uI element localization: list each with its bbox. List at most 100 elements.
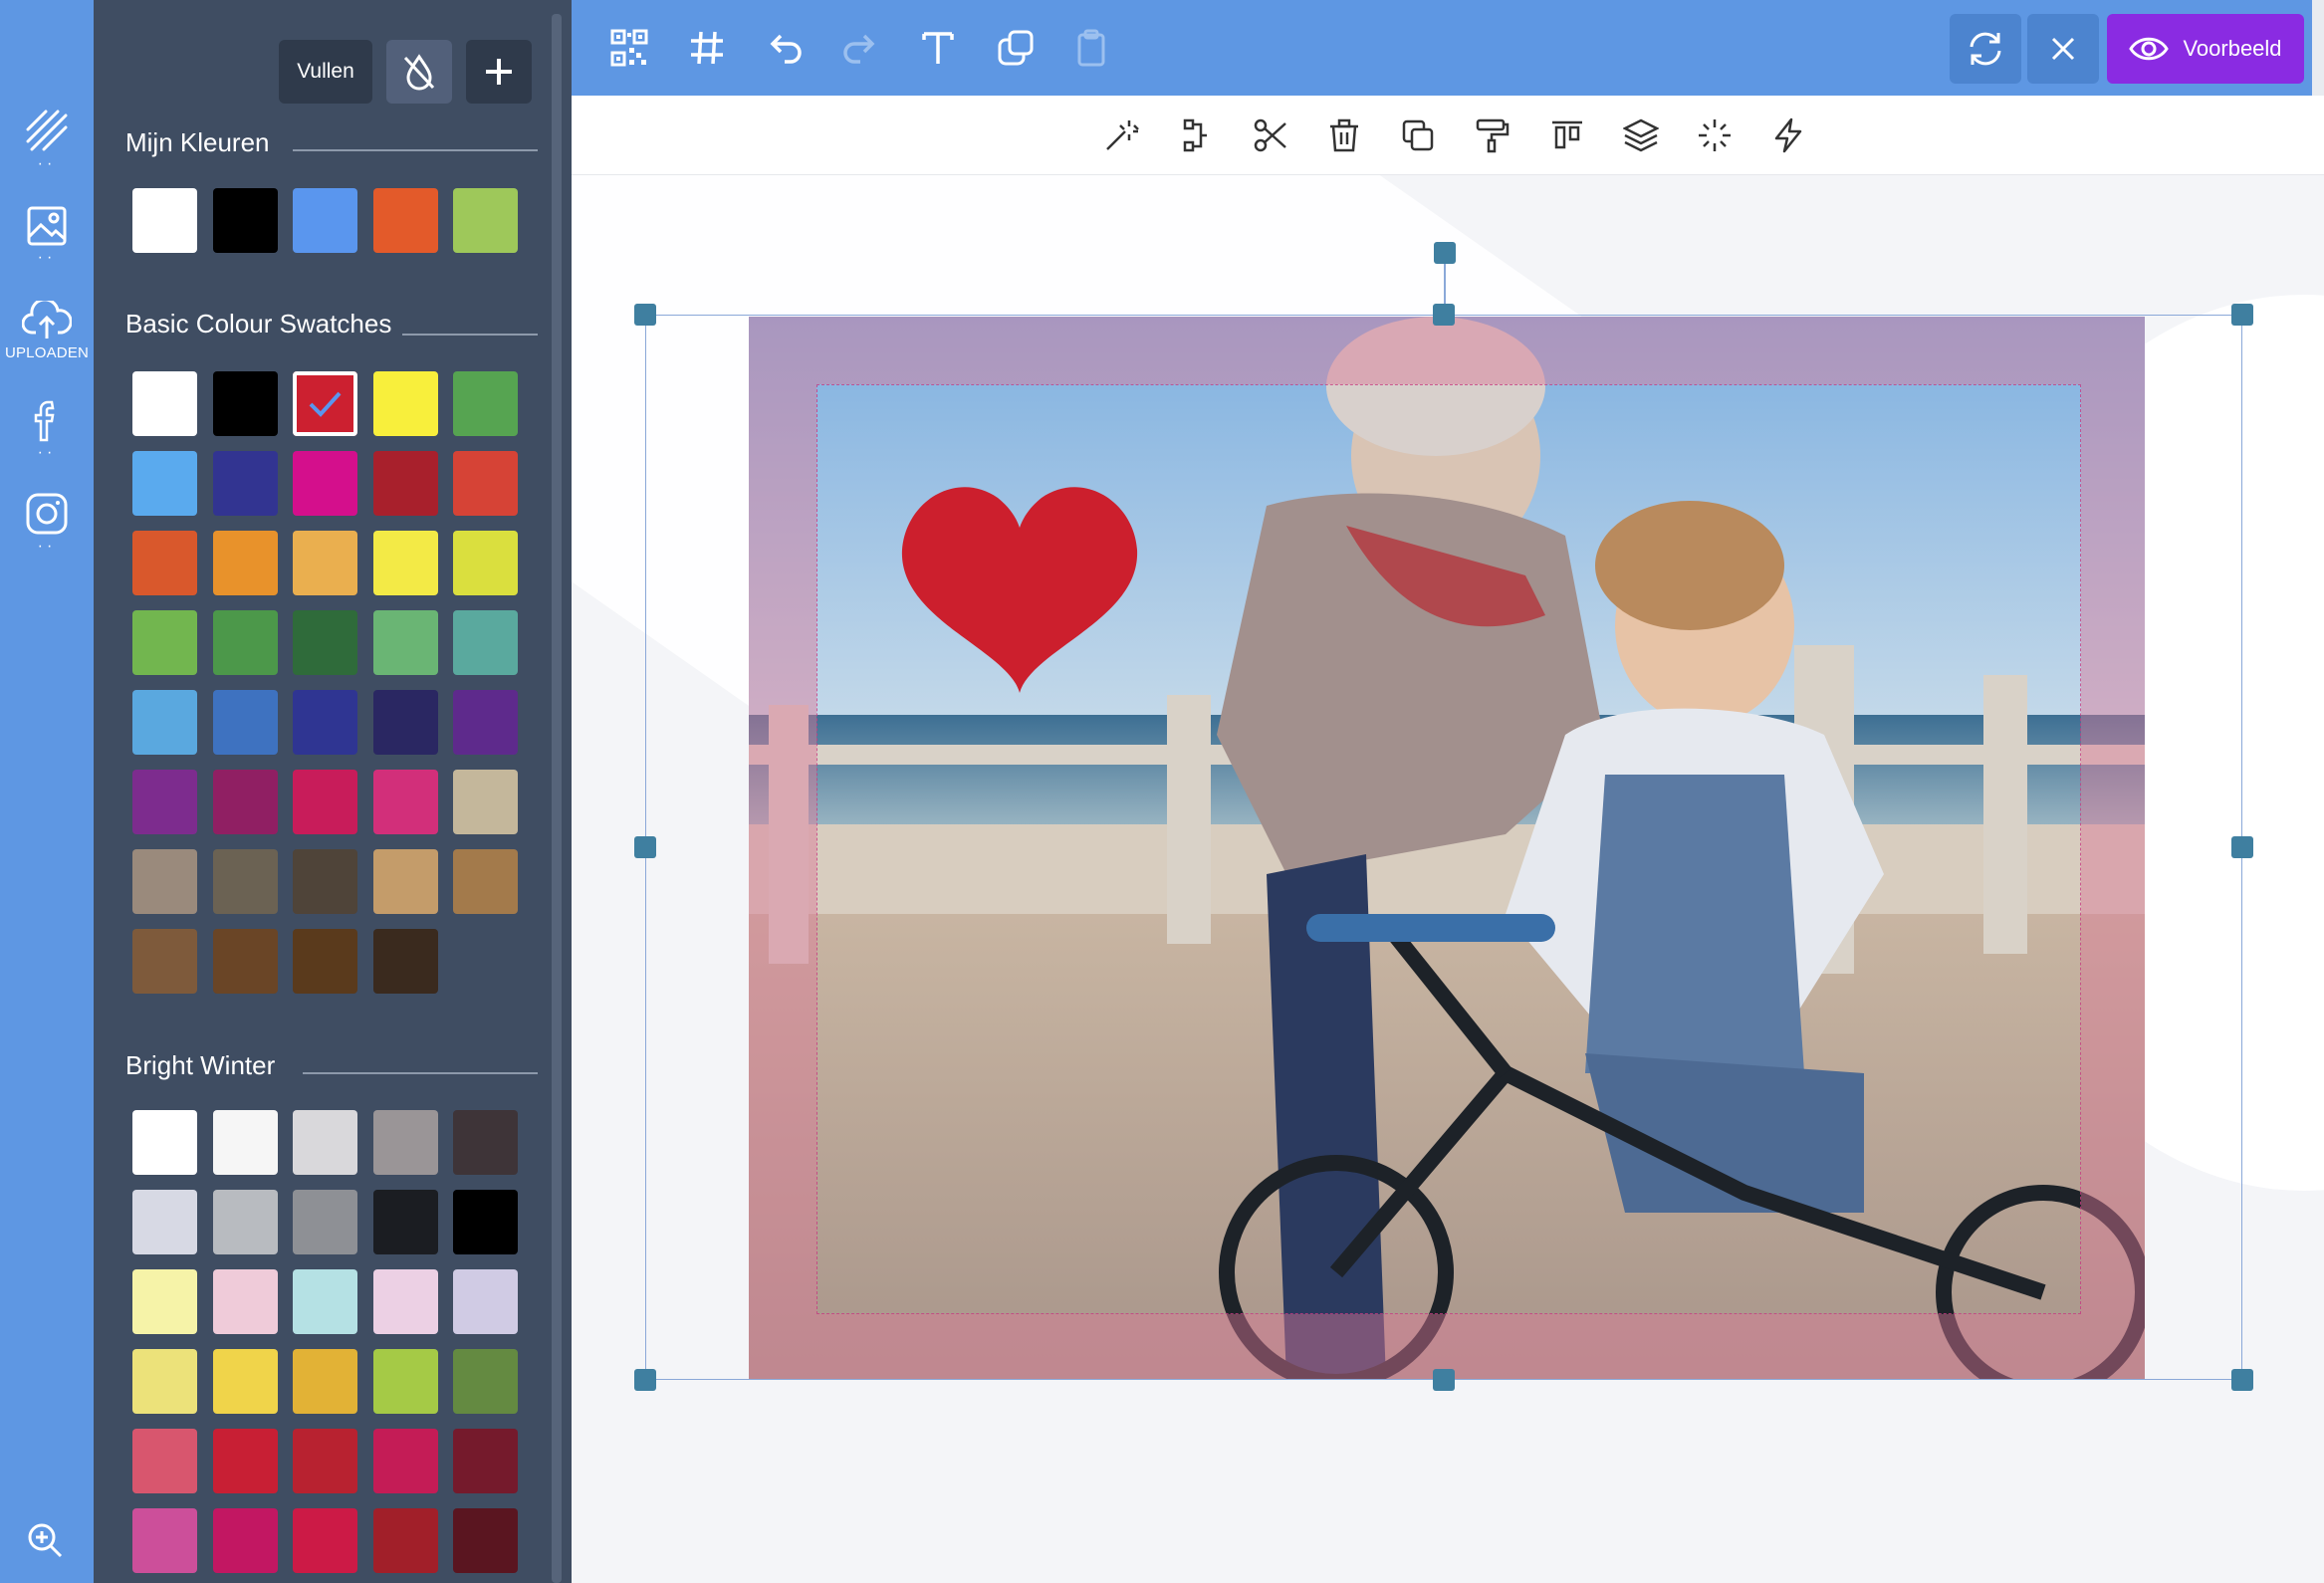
close-button[interactable] [2027, 14, 2099, 84]
resize-handle-left[interactable] [634, 836, 656, 858]
resize-handle-bottom[interactable] [1433, 1369, 1455, 1391]
color-swatch[interactable] [212, 1190, 278, 1254]
color-swatch[interactable] [212, 610, 278, 675]
upload-button[interactable]: UPLOADEN [0, 301, 94, 361]
color-swatch[interactable] [293, 1429, 357, 1493]
paint-roller-button[interactable] [1470, 113, 1513, 157]
color-swatch[interactable] [453, 690, 518, 755]
resize-handle-top-right[interactable] [2231, 304, 2253, 326]
crop-button[interactable] [1173, 113, 1217, 157]
color-swatch[interactable] [453, 1508, 518, 1573]
color-swatch[interactable] [132, 1269, 197, 1334]
color-swatch[interactable] [132, 531, 197, 595]
color-swatch[interactable] [212, 531, 278, 595]
resize-handle-right[interactable] [2231, 836, 2253, 858]
color-swatch[interactable] [293, 770, 357, 834]
color-swatch[interactable] [132, 1110, 197, 1175]
color-swatch[interactable] [132, 371, 197, 436]
color-swatch[interactable] [132, 1429, 197, 1493]
text-button[interactable] [914, 24, 962, 72]
panel-scrollbar[interactable] [552, 14, 562, 1583]
scissors-button[interactable] [1249, 113, 1292, 157]
color-swatch[interactable] [453, 531, 518, 595]
layers-button[interactable] [1619, 113, 1663, 157]
color-swatch[interactable] [372, 849, 438, 914]
color-swatch[interactable] [293, 371, 357, 436]
color-swatch[interactable] [453, 849, 518, 914]
zoom-button[interactable] [26, 1521, 64, 1564]
color-swatch[interactable] [132, 610, 197, 675]
rotate-handle[interactable] [1434, 242, 1456, 264]
grid-button[interactable] [683, 24, 731, 72]
color-swatch[interactable] [293, 1110, 357, 1175]
delete-button[interactable] [1322, 113, 1366, 157]
color-swatch[interactable] [212, 1508, 278, 1573]
color-swatch[interactable] [372, 929, 438, 994]
color-swatch[interactable] [453, 770, 518, 834]
resize-handle-bottom-right[interactable] [2231, 1369, 2253, 1391]
color-swatch[interactable] [212, 929, 278, 994]
color-swatch[interactable] [453, 610, 518, 675]
color-swatch[interactable] [293, 1349, 357, 1414]
fill-button[interactable]: Vullen [279, 40, 372, 104]
instagram-button[interactable]: ·· [0, 492, 94, 555]
color-swatch[interactable] [293, 690, 357, 755]
color-swatch[interactable] [132, 1508, 197, 1573]
add-color-button[interactable] [466, 40, 532, 104]
color-swatch[interactable] [132, 849, 197, 914]
color-swatch[interactable] [212, 1429, 278, 1493]
color-swatch[interactable] [372, 770, 438, 834]
redo-button[interactable] [836, 24, 884, 72]
color-swatch[interactable] [372, 610, 438, 675]
refresh-button[interactable] [1950, 14, 2021, 84]
color-swatch[interactable] [293, 531, 357, 595]
images-button[interactable]: ·· [0, 205, 94, 266]
color-swatch[interactable] [453, 1269, 518, 1334]
color-swatch[interactable] [293, 1508, 357, 1573]
copy-layers-button[interactable] [992, 24, 1040, 72]
color-swatch[interactable] [453, 188, 518, 253]
color-swatch[interactable] [372, 188, 438, 253]
color-swatch[interactable] [453, 1190, 518, 1254]
color-swatch[interactable] [212, 371, 278, 436]
color-swatch[interactable] [293, 1269, 357, 1334]
color-swatch[interactable] [372, 1110, 438, 1175]
color-swatch[interactable] [132, 1190, 197, 1254]
patterns-button[interactable]: ·· [0, 108, 94, 172]
color-swatch[interactable] [132, 188, 197, 253]
color-swatch[interactable] [293, 451, 357, 516]
color-swatch[interactable] [212, 451, 278, 516]
qr-code-button[interactable] [605, 24, 653, 72]
clipboard-button[interactable] [1067, 24, 1115, 72]
lightning-button[interactable] [1766, 113, 1810, 157]
color-swatch[interactable] [372, 1429, 438, 1493]
color-swatch[interactable] [212, 770, 278, 834]
color-swatch[interactable] [293, 849, 357, 914]
color-swatch[interactable] [372, 1349, 438, 1414]
color-swatch[interactable] [453, 1110, 518, 1175]
resize-handle-top[interactable] [1433, 304, 1455, 326]
color-swatch[interactable] [372, 451, 438, 516]
color-swatch[interactable] [132, 1349, 197, 1414]
resize-handle-bottom-left[interactable] [634, 1369, 656, 1391]
color-swatch[interactable] [293, 610, 357, 675]
color-swatch[interactable] [372, 1508, 438, 1573]
color-swatch[interactable] [293, 1190, 357, 1254]
color-swatch[interactable] [293, 188, 357, 253]
color-swatch[interactable] [212, 1110, 278, 1175]
color-swatch[interactable] [212, 1349, 278, 1414]
color-swatch[interactable] [372, 1190, 438, 1254]
color-swatch[interactable] [212, 1269, 278, 1334]
effects-button[interactable] [1693, 113, 1737, 157]
color-swatch[interactable] [453, 1429, 518, 1493]
color-swatch[interactable] [132, 451, 197, 516]
color-swatch[interactable] [212, 849, 278, 914]
magic-wand-button[interactable] [1099, 113, 1143, 157]
no-fill-button[interactable] [386, 40, 452, 104]
color-swatch[interactable] [453, 1349, 518, 1414]
color-swatch[interactable] [132, 929, 197, 994]
undo-button[interactable] [761, 24, 809, 72]
color-swatch[interactable] [132, 770, 197, 834]
color-swatch[interactable] [372, 690, 438, 755]
color-swatch[interactable] [372, 371, 438, 436]
